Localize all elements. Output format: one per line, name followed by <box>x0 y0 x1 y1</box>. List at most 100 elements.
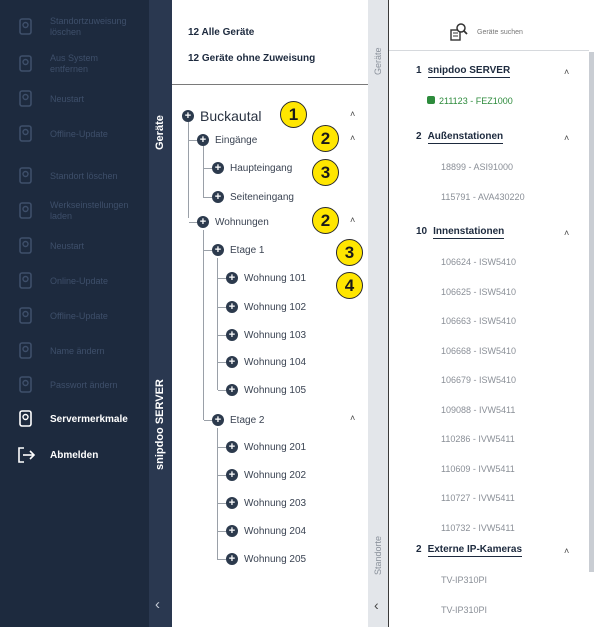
expand-icon[interactable]: + <box>226 301 238 313</box>
device-group-header[interactable]: 1 snipdoo SERVER <box>416 65 511 78</box>
tree-node-haupteingang[interactable]: + Haupteingang <box>212 159 292 177</box>
device-list-item[interactable]: 211123 - FEZ1000 <box>427 96 513 106</box>
tree-node-label: Wohnung 103 <box>244 329 307 341</box>
annotation-marker: 4 <box>336 272 363 299</box>
device-list-item[interactable]: 109088 - IVW5411 <box>441 405 515 415</box>
sidebar-tab-devices[interactable]: Geräte <box>154 115 166 150</box>
device-list-item[interactable]: 106624 - ISW5410 <box>441 257 516 267</box>
device-search-icon[interactable] <box>449 22 469 42</box>
expand-icon[interactable]: + <box>226 441 238 453</box>
device-list-item[interactable]: 106679 - ISW5410 <box>441 375 516 385</box>
expand-icon[interactable]: + <box>212 244 224 256</box>
tree-node-eingaenge[interactable]: + Eingänge <box>197 131 257 149</box>
tree-node-wohnung-102[interactable]: + Wohnung 102 <box>226 298 306 316</box>
collapse-chevron-icon[interactable]: ˄ <box>350 413 355 423</box>
collapse-chevron-icon[interactable]: ˄ <box>350 215 355 225</box>
sidebar-tab-server[interactable]: snipdoo SERVER <box>154 379 166 470</box>
collapse-chevron-icon[interactable]: ˄ <box>564 67 569 77</box>
device-list-item[interactable]: 110609 - IVW5411 <box>441 464 515 474</box>
expand-icon[interactable]: + <box>226 272 238 284</box>
device-list-item[interactable]: 106663 - ISW5410 <box>441 316 516 326</box>
sidebar-item-device-update[interactable]: Offline-Update <box>0 119 149 149</box>
expand-icon[interactable]: + <box>226 329 238 341</box>
tree-collapse-icon[interactable]: ‹ <box>374 597 379 613</box>
sidebar-item-label: Neustart <box>50 93 85 104</box>
device-group-header[interactable]: 10 Innenstationen <box>416 226 505 239</box>
sidebar-item-server-features[interactable]: Servermerkmale <box>0 404 149 434</box>
sidebar-item-factory-reset[interactable]: Werkseinstellungen laden <box>0 196 149 226</box>
expand-icon[interactable]: + <box>197 216 209 228</box>
tree-node-label: Wohnung 101 <box>244 272 307 284</box>
device-list-item[interactable]: 110286 - IVW5411 <box>441 434 515 444</box>
all-devices-link[interactable]: 12 Alle Geräte <box>188 27 254 38</box>
tree-connector <box>204 168 212 169</box>
device-list-scrollbar[interactable] <box>589 52 594 572</box>
device-list-item[interactable]: TV-IP310PI <box>441 605 487 615</box>
device-group-header[interactable]: 2 Außenstationen <box>416 131 504 144</box>
tree-connector <box>218 362 226 363</box>
device-list-item[interactable]: 110727 - IVW5411 <box>441 493 515 503</box>
tree-node-root[interactable]: + Buckautal <box>182 107 261 125</box>
device-search[interactable]: Geräte suchen <box>449 22 523 42</box>
tree-node-wohnung-201[interactable]: + Wohnung 201 <box>226 438 306 456</box>
tree-tab-devices[interactable]: Geräte <box>373 47 383 75</box>
sidebar-item-online-update[interactable]: Online-Update <box>0 266 149 296</box>
sidebar-item-device-location[interactable]: Standortzuweisung löschen <box>0 12 149 42</box>
expand-icon[interactable]: + <box>226 356 238 368</box>
tree-node-wohnung-203[interactable]: + Wohnung 203 <box>226 494 306 512</box>
collapse-chevron-icon[interactable]: ˄ <box>564 133 569 143</box>
device-list-item[interactable]: 18899 - ASI91000 <box>441 162 513 172</box>
device-list-item[interactable]: TV-IP310PI <box>441 575 487 585</box>
tree-node-label: Seiteneingang <box>230 191 294 203</box>
expand-icon[interactable]: + <box>212 414 224 426</box>
tree-node-wohnungen[interactable]: + Wohnungen <box>197 213 269 231</box>
sidebar-item-remove-device[interactable]: Aus System entfernen <box>0 49 149 79</box>
collapse-chevron-icon[interactable]: ˄ <box>350 133 355 143</box>
device-list-item[interactable]: 106668 - ISW5410 <box>441 346 516 356</box>
expand-icon[interactable]: + <box>182 110 194 122</box>
tree-node-etage-1[interactable]: + Etage 1 <box>212 241 264 259</box>
tree-node-wohnung-105[interactable]: + Wohnung 105 <box>226 381 306 399</box>
sidebar-item-password[interactable]: Passwort ändern <box>0 370 149 400</box>
tree-node-seiteneingang[interactable]: + Seiteneingang <box>212 188 294 206</box>
sidebar-collapse-icon[interactable]: ‹ <box>155 596 160 613</box>
device-list-item[interactable]: 110732 - IVW5411 <box>441 523 515 533</box>
sidebar-item-power[interactable]: Neustart <box>0 231 149 261</box>
device-list-item[interactable]: 106625 - ISW5410 <box>441 287 516 297</box>
expand-icon[interactable]: + <box>212 162 224 174</box>
tree-node-wohnung-104[interactable]: + Wohnung 104 <box>226 353 306 371</box>
collapse-chevron-icon[interactable]: ˄ <box>564 228 569 238</box>
device-group-header[interactable]: 2 Externe IP-Kameras <box>416 544 523 557</box>
sidebar-item-rename[interactable]: Name ändern <box>0 336 149 366</box>
expand-icon[interactable]: + <box>226 553 238 565</box>
factory-reset-icon <box>14 199 38 223</box>
tree-connector <box>204 250 212 251</box>
expand-icon[interactable]: + <box>212 191 224 203</box>
expand-icon[interactable]: + <box>226 525 238 537</box>
expand-icon[interactable]: + <box>226 384 238 396</box>
sidebar-item-label: Name ändern <box>50 345 105 356</box>
tree-node-wohnung-202[interactable]: + Wohnung 202 <box>226 466 306 484</box>
unassigned-devices-link[interactable]: 12 Geräte ohne Zuweisung <box>188 53 315 64</box>
tree-connector <box>203 230 204 420</box>
collapse-chevron-icon[interactable]: ˄ <box>350 109 355 119</box>
tree-node-wohnung-103[interactable]: + Wohnung 103 <box>226 326 306 344</box>
tree-node-wohnung-204[interactable]: + Wohnung 204 <box>226 522 306 540</box>
tree-node-wohnung-205[interactable]: + Wohnung 205 <box>226 550 306 568</box>
collapse-chevron-icon[interactable]: ˄ <box>564 546 569 556</box>
online-status-icon <box>427 96 435 104</box>
expand-icon[interactable]: + <box>226 469 238 481</box>
expand-icon[interactable]: + <box>197 134 209 146</box>
expand-icon[interactable]: + <box>226 497 238 509</box>
sidebar-item-offline-update[interactable]: Offline-Update <box>0 301 149 331</box>
tree-node-label: Wohnung 104 <box>244 356 307 368</box>
sidebar-item-location-pin[interactable]: Standort löschen <box>0 161 149 191</box>
tree-connector <box>189 222 197 223</box>
tree-tab-locations[interactable]: Standorte <box>373 536 383 575</box>
tree-node-etage-2[interactable]: + Etage 2 <box>212 411 264 429</box>
device-list-item[interactable]: 115791 - AVA430220 <box>441 192 525 202</box>
tree-connector <box>204 197 212 198</box>
sidebar-item-logout[interactable]: Abmelden <box>0 440 149 470</box>
sidebar-item-device-restart[interactable]: Neustart <box>0 84 149 114</box>
tree-node-wohnung-101[interactable]: + Wohnung 101 <box>226 269 306 287</box>
